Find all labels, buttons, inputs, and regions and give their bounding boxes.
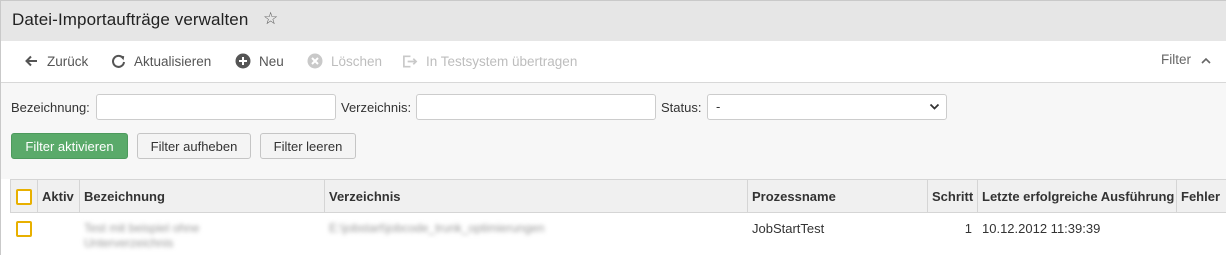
column-header-schritt[interactable]: Schritt <box>928 180 978 213</box>
transfer-button[interactable]: In Testsystem übertragen <box>402 51 577 71</box>
refresh-icon <box>110 53 126 69</box>
column-header-verzeichnis[interactable]: Verzeichnis <box>325 180 748 213</box>
transfer-label: In Testsystem übertragen <box>426 53 578 69</box>
delete-button[interactable]: Löschen <box>307 51 382 71</box>
status-selected-value: - <box>716 99 721 114</box>
new-button[interactable]: Neu <box>235 51 284 71</box>
clear-filter-button[interactable]: Filter leeren <box>260 133 356 159</box>
filter-panel: Bezeichnung: Verzeichnis: Status: - Filt… <box>1 83 1226 179</box>
chevron-down-icon <box>929 100 940 115</box>
bezeichnung-label: Bezeichnung: <box>11 100 90 115</box>
verzeichnis-input[interactable] <box>416 94 656 120</box>
column-header-bezeichnung[interactable]: Bezeichnung <box>80 180 325 213</box>
close-circle-icon <box>307 53 323 69</box>
new-label: Neu <box>259 53 284 69</box>
cell-letzte-ausfuehrung: 10.12.2012 11:39:39 <box>982 221 1101 236</box>
arrow-left-icon <box>23 53 39 69</box>
table-header: Aktiv Bezeichnung Verzeichnis Prozessnam… <box>10 179 1226 213</box>
jobs-table: Aktiv Bezeichnung Verzeichnis Prozessnam… <box>10 179 1226 255</box>
cell-bezeichnung: Test mit beispiel ohne Unterverzeichnis <box>80 213 325 255</box>
refresh-label: Aktualisieren <box>134 53 212 69</box>
cell-verzeichnis-text: E:\jobstart\jobcode_trunk_optimierungen <box>329 221 545 235</box>
cell-fehler <box>1177 213 1226 255</box>
filter-toggle-label: Filter <box>1161 52 1191 67</box>
plus-circle-icon <box>235 53 251 69</box>
cell-aktiv <box>38 213 80 255</box>
row-select-cell <box>10 213 38 255</box>
cell-schritt: 1 <box>964 221 972 236</box>
row-checkbox[interactable] <box>16 221 32 237</box>
toolbar: Zurück Aktualisieren Neu Löschen In Test… <box>1 41 1226 83</box>
title-bar: Datei-Importaufträge verwalten ☆ <box>1 1 1226 41</box>
status-label: Status: <box>661 100 702 115</box>
cell-verzeichnis: E:\jobstart\jobcode_trunk_optimierungen <box>325 213 748 255</box>
select-all-cell <box>10 180 38 213</box>
bezeichnung-input[interactable] <box>96 94 336 120</box>
column-header-prozessname[interactable]: Prozessname <box>748 180 928 213</box>
filter-toggle-button[interactable]: Filter <box>1161 52 1211 67</box>
back-label: Zurück <box>47 53 89 69</box>
select-all-checkbox[interactable] <box>16 188 32 205</box>
column-header-letzte-ausfuehrung[interactable]: Letzte erfolgreiche Ausführung <box>978 180 1177 213</box>
status-select[interactable]: - <box>707 94 947 120</box>
page: Datei-Importaufträge verwalten ☆ Zurück … <box>0 0 1226 255</box>
cell-bezeichnung-text: Test mit beispiel ohne Unterverzeichnis <box>84 221 200 250</box>
column-header-fehler[interactable]: Fehler <box>1177 180 1226 213</box>
verzeichnis-label: Verzeichnis: <box>341 100 412 115</box>
page-title: Datei-Importaufträge verwalten <box>12 10 249 29</box>
remove-filter-button[interactable]: Filter aufheben <box>137 133 251 159</box>
table-row[interactable]: Test mit beispiel ohne Unterverzeichnis … <box>10 213 1226 255</box>
activate-filter-button[interactable]: Filter aktivieren <box>11 133 128 159</box>
chevron-up-icon <box>1201 52 1211 67</box>
cell-prozessname: JobStartTest <box>752 221 825 236</box>
refresh-button[interactable]: Aktualisieren <box>110 51 211 71</box>
delete-label: Löschen <box>331 53 383 69</box>
export-icon <box>402 53 418 69</box>
star-outline-icon[interactable]: ☆ <box>263 9 278 29</box>
back-button[interactable]: Zurück <box>23 51 88 71</box>
column-header-aktiv[interactable]: Aktiv <box>38 180 80 213</box>
